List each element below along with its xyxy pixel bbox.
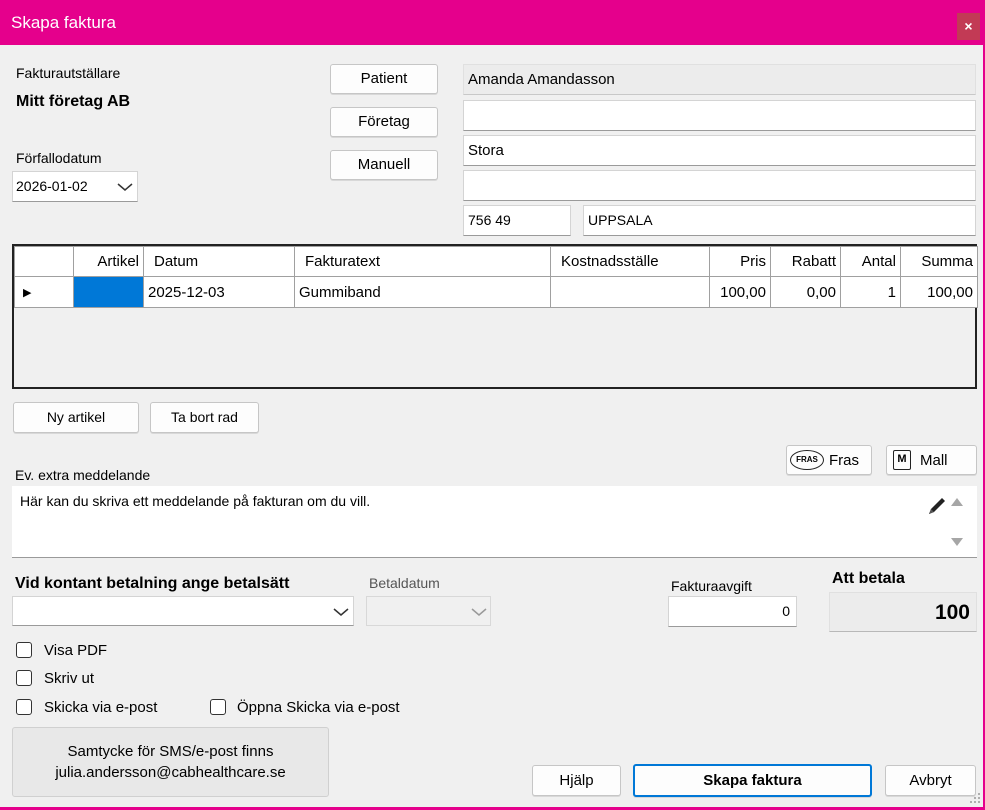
grid-header-cell[interactable]: Datum bbox=[143, 246, 295, 277]
open-send-email-checkbox[interactable] bbox=[210, 699, 226, 715]
grid-header-cell[interactable]: Antal bbox=[840, 246, 901, 277]
speech-bubble-icon: FRAS bbox=[790, 450, 824, 470]
grid-header-cell[interactable]: Summa bbox=[900, 246, 978, 277]
send-email-label[interactable]: Skicka via e-post bbox=[44, 699, 157, 716]
grid-cell-datum[interactable]: 2025-12-03 bbox=[143, 276, 295, 308]
grid-cell-kostnadsstalle[interactable] bbox=[550, 276, 710, 308]
invoice-fee-field[interactable]: 0 bbox=[668, 596, 797, 627]
chevron-down-icon bbox=[333, 608, 349, 616]
grid-header-cell[interactable]: Fakturatext bbox=[294, 246, 551, 277]
print-checkbox[interactable] bbox=[16, 670, 32, 686]
extra-message-label: Ev. extra meddelande bbox=[15, 467, 151, 483]
pencil-icon[interactable] bbox=[926, 495, 948, 517]
payment-date-label: Betaldatum bbox=[369, 575, 440, 591]
due-date-label: Förfallodatum bbox=[16, 150, 102, 166]
table-row[interactable]: ▶ 2025-12-03 Gummiband 100,00 0,00 1 100… bbox=[14, 276, 978, 308]
send-email-checkbox[interactable] bbox=[16, 699, 32, 715]
total-value: 100 bbox=[829, 592, 977, 632]
grid-header-cell[interactable]: Pris bbox=[709, 246, 771, 277]
grid-header-row: Artikel Datum Fakturatext Kostnadsställe… bbox=[14, 246, 978, 277]
grid-header-cell[interactable]: Artikel bbox=[73, 246, 144, 277]
chevron-down-icon bbox=[471, 608, 487, 616]
open-send-email-label[interactable]: Öppna Skicka via e-post bbox=[237, 699, 400, 716]
consent-email: julia.andersson@cabhealthcare.se bbox=[55, 764, 286, 781]
grid-cell-summa[interactable]: 100,00 bbox=[900, 276, 978, 308]
address-line3-field[interactable]: Stora bbox=[463, 135, 976, 166]
extra-message-text: Här kan du skriva ett meddelande på fakt… bbox=[20, 493, 371, 509]
title-bar: Skapa faktura bbox=[0, 0, 985, 45]
due-date-value: 2026-01-02 bbox=[16, 178, 88, 194]
postal-code-field[interactable]: 756 49 bbox=[463, 205, 571, 236]
payment-method-label: Vid kontant betalning ange betalsätt bbox=[15, 575, 290, 592]
manual-button[interactable]: Manuell bbox=[330, 150, 438, 180]
close-button[interactable]: × bbox=[957, 13, 980, 40]
grid-cell-rabatt[interactable]: 0,00 bbox=[770, 276, 841, 308]
mall-button[interactable]: M Mall bbox=[886, 445, 977, 475]
due-date-select[interactable]: 2026-01-02 bbox=[12, 171, 138, 202]
fras-button[interactable]: FRAS Fras bbox=[786, 445, 872, 475]
row-marker-icon: ▶ bbox=[14, 276, 74, 308]
total-label: Att betala bbox=[832, 570, 905, 587]
grid-header-cell bbox=[14, 246, 74, 277]
consent-button[interactable]: Samtycke för SMS/e-post finns julia.ande… bbox=[12, 727, 329, 797]
invoice-lines-grid[interactable]: Artikel Datum Fakturatext Kostnadsställe… bbox=[12, 244, 978, 389]
patient-button[interactable]: Patient bbox=[330, 64, 438, 94]
show-pdf-checkbox[interactable] bbox=[16, 642, 32, 658]
grid-cell-antal[interactable]: 1 bbox=[840, 276, 901, 308]
grid-header-cell[interactable]: Rabatt bbox=[770, 246, 841, 277]
grid-cell-fakturatext[interactable]: Gummiband bbox=[294, 276, 551, 308]
extra-message-textarea[interactable]: Här kan du skriva ett meddelande på fakt… bbox=[12, 486, 977, 558]
remove-row-button[interactable]: Ta bort rad bbox=[150, 402, 259, 433]
help-button[interactable]: Hjälp bbox=[532, 765, 621, 796]
fras-button-label: Fras bbox=[829, 452, 859, 469]
notebook-icon: M bbox=[893, 450, 911, 470]
create-invoice-button[interactable]: Skapa faktura bbox=[633, 764, 872, 797]
print-label[interactable]: Skriv ut bbox=[44, 670, 94, 687]
recipient-name-field[interactable]: Amanda Amandasson bbox=[463, 64, 976, 95]
show-pdf-label[interactable]: Visa PDF bbox=[44, 642, 107, 659]
scroll-down-icon[interactable] bbox=[951, 538, 963, 546]
address-line4-field[interactable] bbox=[463, 170, 976, 201]
address-line2-field[interactable] bbox=[463, 100, 976, 131]
mall-button-label: Mall bbox=[920, 452, 948, 469]
cancel-button[interactable]: Avbryt bbox=[885, 765, 976, 796]
issuer-label: Fakturautställare bbox=[16, 65, 121, 81]
resize-grip-icon[interactable] bbox=[969, 792, 981, 804]
payment-method-select[interactable] bbox=[12, 596, 354, 626]
consent-line1: Samtycke för SMS/e-post finns bbox=[67, 743, 274, 760]
grid-cell-artikel[interactable] bbox=[73, 276, 144, 308]
close-icon: × bbox=[964, 18, 973, 34]
invoice-fee-label: Fakturaavgift bbox=[671, 578, 752, 594]
company-button[interactable]: Företag bbox=[330, 107, 438, 137]
chevron-down-icon bbox=[117, 183, 133, 191]
grid-cell-pris[interactable]: 100,00 bbox=[709, 276, 771, 308]
issuer-name: Mitt företag AB bbox=[16, 93, 131, 110]
payment-date-select[interactable] bbox=[366, 596, 491, 626]
scroll-up-icon[interactable] bbox=[951, 498, 963, 506]
city-field[interactable]: UPPSALA bbox=[583, 205, 976, 236]
new-article-button[interactable]: Ny artikel bbox=[13, 402, 139, 433]
grid-header-cell[interactable]: Kostnadsställe bbox=[550, 246, 710, 277]
window-title: Skapa faktura bbox=[11, 13, 116, 32]
